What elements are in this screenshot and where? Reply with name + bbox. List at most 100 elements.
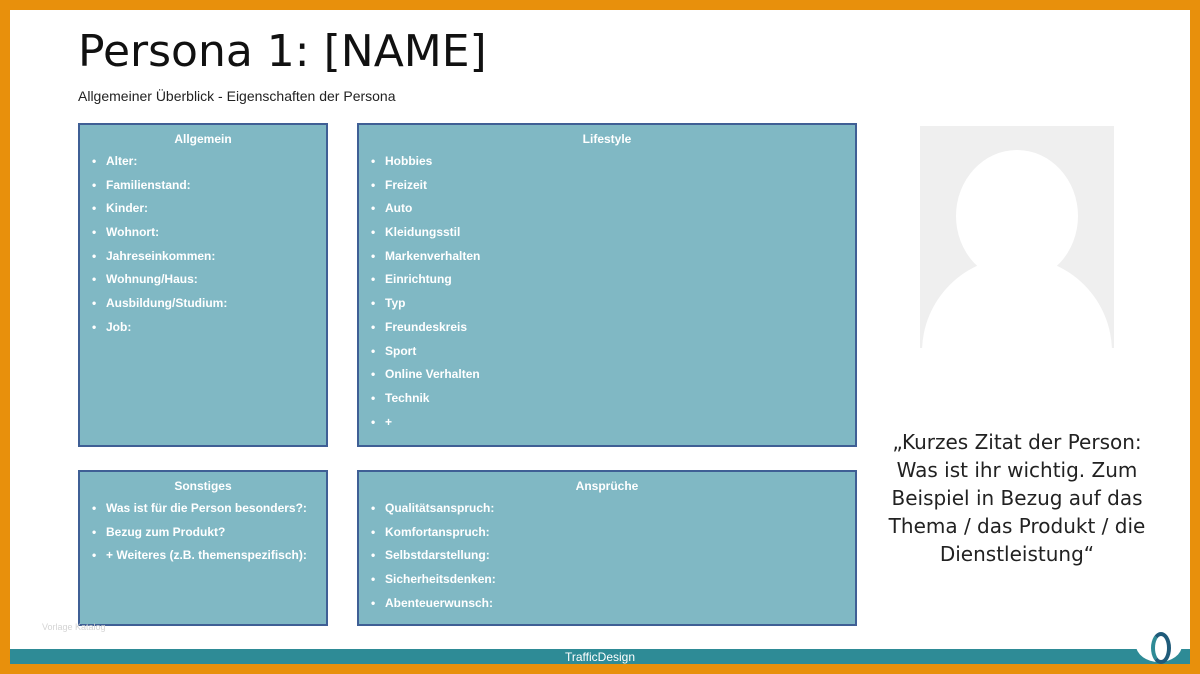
bullet: • (92, 248, 97, 263)
bullet: • (371, 201, 376, 216)
bullet: • (92, 319, 97, 334)
slide: Persona 1: [NAME] Allgemeiner Überblick … (10, 10, 1190, 664)
bullet: • (371, 319, 376, 334)
list-item: • Kinder: (92, 197, 326, 221)
list-item-label: Wohnung/Haus: (106, 272, 198, 287)
bullet: • (92, 201, 97, 216)
box-title: Ansprüche (575, 479, 639, 493)
bullet: • (371, 572, 376, 587)
list-item-label: Familienstand: (106, 177, 191, 192)
avatar-placeholder-icon (920, 126, 1114, 348)
item-list: • Alter: • Familienstand: • Kinder: • Wohnort: •… (80, 150, 326, 340)
bullet: • (371, 343, 376, 358)
bullet: • (371, 548, 376, 563)
persona-quote: „Kurzes Zitat der Person: Was ist ihr wi… (888, 430, 1146, 566)
list-item-label: Freizeit (385, 177, 428, 192)
page-title: Persona 1: [NAME] (78, 26, 487, 77)
logo-mark (1151, 632, 1171, 664)
list-item: • Einrichtung (371, 268, 855, 292)
list-item-label: Online Verhalten (385, 367, 480, 382)
list-item-label: Qualitätsanspruch: (385, 501, 495, 515)
bullet: • (371, 225, 376, 240)
box-lifestyle: Lifestyle • Hobbies • Freizeit • Auto • Kleidun… (357, 123, 857, 447)
avatar-body (922, 257, 1112, 348)
item-list: • Qualitätsanspruch: • Komfortanspruch: • Sel… (359, 497, 855, 615)
list-item-label: Auto (385, 201, 413, 216)
list-item-label: Kinder: (106, 201, 148, 216)
bullet: • (92, 177, 97, 192)
list-item: • Alter: (92, 150, 326, 174)
box-ansprueche: Ansprüche • Qualitätsanspruch: • Komfortans… (357, 470, 857, 626)
list-item-label: Einrichtung (385, 272, 452, 287)
list-item: • Familienstand: (92, 174, 326, 198)
list-item: • Selbstdarstellung: (371, 544, 855, 568)
list-item: • Was ist für die Person besonders?: (92, 497, 326, 521)
list-item-label: Kleidungsstil (385, 225, 461, 240)
box-title: Allgemein (174, 132, 232, 146)
list-item-label: + (385, 414, 393, 429)
item-list: • Hobbies • Freizeit • Auto • Kleidungsstil • Mar… (359, 150, 855, 434)
box-sonstiges: Sonstiges • Was ist für die Person besond… (78, 470, 328, 626)
bullet: • (371, 272, 376, 287)
list-item: • Wohnort: (92, 221, 326, 245)
bullet: • (371, 367, 376, 382)
list-item-label: Hobbies (385, 154, 433, 168)
list-item: • Wohnung/Haus: (92, 268, 326, 292)
list-item-label: Technik (385, 390, 430, 405)
list-item-label: Selbstdarstellung: (385, 548, 490, 563)
logo-icon (1136, 628, 1182, 664)
list-item: • Online Verhalten (371, 363, 855, 387)
list-item: • Kleidungsstil (371, 221, 855, 245)
list-item: • Auto (371, 197, 855, 221)
list-item-label: Sicherheitsdenken: (385, 572, 496, 587)
list-item-label: Was ist für die Person besonders?: (106, 501, 307, 515)
box-title: Lifestyle (582, 132, 632, 146)
list-item-label: Alter: (106, 154, 138, 168)
footer-bar: TrafficDesign (10, 649, 1190, 664)
list-item-label: Markenverhalten (385, 248, 481, 263)
list-item: • Sport (371, 340, 855, 364)
list-item: • Typ (371, 292, 855, 316)
list-item-label: Bezug zum Produkt? (106, 524, 226, 539)
list-item-label: Typ (385, 296, 406, 311)
list-item: • Komfortanspruch: (371, 521, 855, 545)
list-item: • + (371, 411, 855, 435)
list-item: • Sicherheitsdenken: (371, 568, 855, 592)
bullet: • (371, 248, 376, 263)
list-item: • Bezug zum Produkt? (92, 521, 326, 545)
list-item: • Job: (92, 316, 326, 340)
list-item-label: Komfortanspruch: (385, 524, 490, 539)
list-item: • Jahreseinkommen: (92, 245, 326, 269)
list-item: • Qualitätsanspruch: (371, 497, 855, 521)
list-item-label: Job: (106, 319, 132, 334)
list-item-label: Abenteuerwunsch: (385, 595, 494, 610)
box-allgemein: Allgemein • Alter: • Familienstand: • Kinder:… (78, 123, 328, 447)
item-list: • Was ist für die Person besonders?: • Bezu… (80, 497, 326, 568)
bullet: • (371, 296, 376, 311)
box-title: Sonstiges (174, 479, 232, 493)
page-subtitle: Allgemeiner Überblick - Eigenschaften de… (78, 88, 396, 104)
list-item: • Freizeit (371, 174, 855, 198)
list-item: • + Weiteres (z.B. themenspezifisch): (92, 544, 326, 568)
bullet: • (371, 390, 376, 405)
list-item: • Technik (371, 387, 855, 411)
list-item-label: Jahreseinkommen: (106, 248, 216, 263)
bullet: • (92, 272, 97, 287)
bullet: • (92, 154, 97, 168)
list-item-label: Sport (385, 343, 417, 358)
list-item-label: Wohnort: (106, 225, 160, 240)
list-item-label: Ausbildung/Studium: (106, 296, 228, 311)
footer-brand: TrafficDesign (564, 650, 636, 664)
watermark: Vorlage Katalog (42, 622, 106, 632)
bullet: • (371, 414, 376, 429)
bullet: • (92, 501, 97, 515)
bullet: • (92, 524, 97, 539)
bullet: • (371, 501, 376, 515)
list-item: • Ausbildung/Studium: (92, 292, 326, 316)
bullet: • (371, 177, 376, 192)
list-item: • Abenteuerwunsch: (371, 592, 855, 616)
list-item: • Freundeskreis (371, 316, 855, 340)
list-item-label: + Weiteres (z.B. themenspezifisch): (106, 548, 307, 563)
bullet: • (92, 296, 97, 311)
bullet: • (92, 225, 97, 240)
